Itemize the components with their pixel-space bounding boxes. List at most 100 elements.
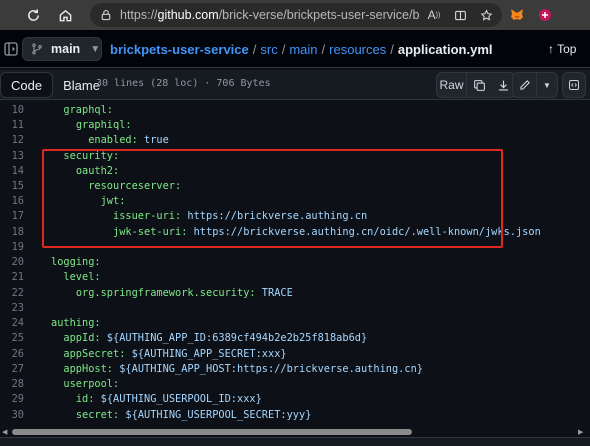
yaml-key: graphql: — [63, 104, 114, 116]
pencil-icon[interactable] — [513, 73, 537, 97]
line-number: 25 — [11, 332, 24, 344]
yaml-key: graphiql: — [75, 119, 132, 131]
breadcrumb: brickpets-user-service / src / main / resource… — [110, 42, 493, 57]
url-text[interactable]: https://github.com/brick-verse/brickpets… — [120, 8, 420, 22]
favorite-icon[interactable] — [476, 5, 496, 25]
line-content[interactable]: org.springframework.security: TRACE — [51, 286, 293, 301]
code-line: 21 level: — [0, 270, 590, 285]
code-line: 26 appSecret: ${AUTHING_APP_SECRET:xxx} — [0, 347, 590, 362]
line-content[interactable]: id: ${AUTHING_USERPOOL_ID:xxx} — [51, 392, 262, 407]
code-line: 12 enabled: true — [0, 133, 590, 148]
line-number: 17 — [11, 210, 24, 222]
branch-icon — [32, 43, 42, 55]
code-line: 22 org.springframework.security: TRACE — [0, 286, 590, 301]
yaml-key: org.springframework.security: — [75, 287, 256, 299]
breadcrumb-separator: / — [321, 42, 326, 57]
line-content[interactable]: graphql: — [51, 103, 113, 118]
sidebar-toggle-icon[interactable] — [4, 40, 18, 58]
line-content[interactable]: authing: — [51, 316, 101, 331]
line-number: 10 — [11, 104, 24, 116]
yaml-key: level: — [63, 271, 101, 283]
yaml-key: id: — [75, 393, 95, 405]
line-number: 23 — [11, 302, 24, 314]
home-icon[interactable] — [51, 0, 79, 30]
yaml-key: appSecret: — [63, 348, 126, 360]
breadcrumb-src[interactable]: src — [260, 42, 277, 57]
line-number: 12 — [11, 134, 24, 146]
symbols-panel-icon[interactable] — [562, 72, 586, 98]
bottom-panel — [0, 437, 590, 446]
line-content[interactable]: level: — [51, 270, 101, 285]
view-switcher: Code Blame — [0, 72, 110, 98]
yaml-key: authing: — [51, 317, 101, 329]
scroll-right-icon[interactable]: ▶ — [578, 428, 586, 436]
horizontal-scrollbar[interactable]: ◀ ▶ — [0, 427, 590, 437]
code-line: 30 secret: ${AUTHING_USERPOOL_SECRET:yyy… — [0, 408, 590, 423]
code-line: 20 logging: — [0, 255, 590, 270]
extension-icon[interactable] — [536, 6, 554, 24]
refresh-icon[interactable] — [19, 0, 47, 30]
breadcrumb-main[interactable]: main — [289, 42, 317, 57]
split-screen-icon[interactable] — [450, 5, 470, 25]
line-number: 18 — [11, 226, 24, 238]
yaml-key: userpool: — [63, 378, 120, 390]
yaml-value: TRACE — [255, 287, 293, 299]
line-number: 27 — [11, 363, 24, 375]
address-bar[interactable]: https://github.com/brick-verse/brickpets… — [90, 3, 502, 27]
raw-actions: Raw — [436, 72, 516, 98]
breadcrumb-resources[interactable]: resources — [329, 42, 386, 57]
breadcrumb-separator: / — [252, 42, 257, 57]
line-content[interactable]: appHost: ${AUTHING_APP_HOST:https://bric… — [51, 362, 423, 377]
yaml-key: enabled: — [88, 134, 138, 146]
scroll-left-icon[interactable]: ◀ — [2, 428, 10, 436]
breadcrumb-separator: / — [281, 42, 286, 57]
line-content[interactable]: userpool: — [51, 377, 119, 392]
line-number: 29 — [11, 393, 24, 405]
breadcrumb-separator: / — [390, 42, 394, 57]
metamask-icon[interactable] — [508, 6, 526, 24]
breadcrumb-repo[interactable]: brickpets-user-service — [110, 42, 249, 57]
line-number: 15 — [11, 180, 24, 192]
yaml-value: ${AUTHING_APP_ID:6389cf494b2e2b25f818ab6… — [100, 332, 368, 344]
lock-icon[interactable] — [98, 7, 114, 23]
code-line: 27 appHost: ${AUTHING_APP_HOST:https://b… — [0, 362, 590, 377]
line-content[interactable]: enabled: true — [51, 133, 169, 148]
browser-toolbar: https://github.com/brick-verse/brickpets… — [0, 0, 590, 30]
line-number: 24 — [11, 317, 24, 329]
line-content[interactable]: graphiql: — [51, 118, 132, 133]
raw-button[interactable]: Raw — [437, 73, 467, 97]
branch-selector[interactable]: main ▼ — [22, 37, 102, 61]
yaml-key: appId: — [63, 332, 101, 344]
line-number: 26 — [11, 348, 24, 360]
url-path: /brick-verse/brickpets-user-service/blob… — [218, 8, 420, 22]
line-content[interactable]: appId: ${AUTHING_APP_ID:6389cf494b2e2b25… — [51, 331, 367, 346]
tab-code[interactable]: Code — [0, 72, 54, 98]
line-number: 21 — [11, 271, 24, 283]
line-content[interactable]: appSecret: ${AUTHING_APP_SECRET:xxx} — [51, 347, 286, 362]
url-prefix: https:// — [120, 8, 158, 22]
line-number: 11 — [11, 119, 24, 131]
line-content[interactable]: logging: — [51, 255, 101, 270]
chevron-down-icon[interactable]: ▼ — [537, 73, 557, 97]
line-number: 14 — [11, 165, 24, 177]
yaml-value: true — [137, 134, 169, 146]
line-number: 19 — [11, 241, 24, 253]
line-content[interactable]: secret: ${AUTHING_USERPOOL_SECRET:yyy} — [51, 408, 312, 423]
yaml-key: appHost: — [63, 363, 114, 375]
line-number: 13 — [11, 150, 24, 162]
breadcrumb-file: application.yml — [397, 42, 493, 57]
scrollbar-thumb[interactable] — [12, 429, 412, 435]
line-number: 22 — [11, 287, 24, 299]
copy-icon[interactable] — [467, 73, 491, 97]
code-line: 10 graphql: — [0, 103, 590, 118]
read-aloud-icon[interactable]: A)) — [424, 5, 444, 25]
top-button[interactable]: ↑ Top — [548, 42, 576, 56]
